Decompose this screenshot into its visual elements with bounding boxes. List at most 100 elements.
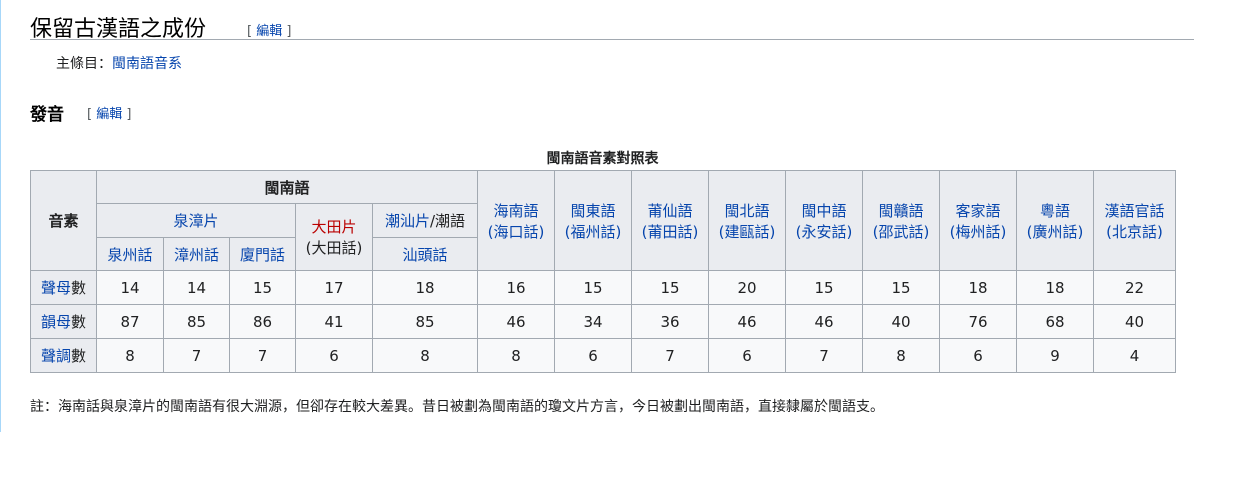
header-corner: 音素 (30, 170, 97, 271)
header-lang: 海南語 (海口話) (477, 170, 555, 271)
section-title: 保留古漢語之成份 (30, 17, 207, 42)
table-cell: 6 (939, 338, 1017, 373)
shantou-link[interactable]: 汕頭話 (402, 246, 447, 264)
lang-link[interactable]: 莆仙語 (647, 202, 692, 220)
quanzhang-link[interactable]: 泉漳片 (173, 212, 218, 230)
main-article-hatnote: 主條目：閩南語音系 (56, 53, 182, 73)
row-header-link[interactable]: 韻母 (41, 313, 71, 331)
header-lang: 客家語 (梅州話) (939, 170, 1017, 271)
dialect-link[interactable]: (建甌話) (719, 223, 776, 241)
table-cell: 34 (554, 304, 632, 339)
row-header-suffix: 數 (71, 279, 87, 297)
table-row: 韻母數 87 85 86 41 85 46 34 36 46 46 40 76 68 40 (30, 304, 1176, 339)
lang-link[interactable]: 閩贛語 (878, 202, 923, 220)
table-cell: 41 (295, 304, 373, 339)
row-header: 韻母數 (30, 304, 97, 339)
dialect-link[interactable]: (永安話) (796, 223, 853, 241)
table-cell: 8 (477, 338, 555, 373)
table-cell: 18 (1016, 270, 1094, 305)
table-cell: 7 (163, 338, 230, 373)
table-cell: 6 (295, 338, 373, 373)
table-cell: 7 (631, 338, 709, 373)
section-edit-link-wrap: [ 編輯 ] (247, 20, 291, 39)
header-chaoshan: 潮汕片/潮語 (372, 203, 478, 238)
bracket-open: [ (247, 24, 253, 39)
table-cell: 7 (785, 338, 863, 373)
lang-link[interactable]: 閩北語 (724, 202, 769, 220)
bracket-close: ] (126, 107, 132, 122)
lang-link[interactable]: 漢語官話 (1104, 202, 1164, 220)
table-cell: 36 (631, 304, 709, 339)
table-cell: 18 (939, 270, 1017, 305)
table-cell: 14 (96, 270, 164, 305)
table-cell: 16 (477, 270, 555, 305)
table-cell: 18 (372, 270, 478, 305)
subsection-edit-link-wrap: [ 編輯 ] (87, 103, 131, 122)
header-shantou: 汕頭話 (372, 237, 478, 271)
row-header: 聲調數 (30, 338, 97, 373)
table-cell: 46 (785, 304, 863, 339)
chaoshan-link[interactable]: 潮汕片 (385, 212, 430, 230)
dialect-link[interactable]: (福州話) (565, 223, 622, 241)
header-zhangzhou: 漳州話 (163, 237, 230, 271)
header-lang: 閩贛語 (邵武話) (862, 170, 940, 271)
header-datian: 大田片 (大田話) (295, 203, 373, 271)
table-cell: 15 (554, 270, 632, 305)
dialect-link[interactable]: (海口話) (488, 223, 545, 241)
hatnote-link[interactable]: 閩南語音系 (112, 56, 182, 72)
table-cell: 40 (1093, 304, 1176, 339)
header-xiamen: 廈門話 (229, 237, 296, 271)
table-cell: 15 (785, 270, 863, 305)
table-cell: 4 (1093, 338, 1176, 373)
table-cell: 86 (229, 304, 296, 339)
table-cell: 85 (163, 304, 230, 339)
table-cell: 40 (862, 304, 940, 339)
table-cell: 7 (229, 338, 296, 373)
table-cell: 6 (708, 338, 786, 373)
header-lang: 漢語官話 (北京話) (1093, 170, 1176, 271)
lang-link[interactable]: 閩中語 (801, 202, 846, 220)
header-quanzhang: 泉漳片 (96, 203, 296, 238)
subsection-edit-link[interactable]: 編輯 (96, 107, 122, 122)
lang-link[interactable]: 海南語 (493, 202, 538, 220)
table-cell: 8 (862, 338, 940, 373)
table-cell: 14 (163, 270, 230, 305)
datian-link[interactable]: 大田片 (311, 218, 356, 236)
chaoshan-suffix: /潮語 (429, 212, 466, 230)
dialect-link[interactable]: (邵武話) (873, 223, 930, 241)
table-cell: 87 (96, 304, 164, 339)
row-header-link[interactable]: 聲調 (41, 347, 71, 365)
dialect-link[interactable]: (廣州話) (1027, 223, 1084, 241)
header-lang: 閩東語 (福州話) (554, 170, 632, 271)
dialect-link[interactable]: (北京話) (1106, 223, 1163, 241)
dialect-link[interactable]: (莆田話) (642, 223, 699, 241)
quanzhou-link[interactable]: 泉州話 (107, 246, 152, 264)
subsection-heading: 發音 [ 編輯 ] (30, 100, 131, 125)
header-lang: 閩中語 (永安話) (785, 170, 863, 271)
section-edit-link[interactable]: 編輯 (256, 24, 282, 39)
table-cell: 17 (295, 270, 373, 305)
row-header-suffix: 數 (71, 347, 87, 365)
table-note: 註：海南話與泉漳片的閩南語有很大淵源，但卻存在較大差異。昔日被劃為閩南語的瓊文片… (30, 399, 884, 415)
bracket-close: ] (286, 24, 292, 39)
table-row: 聲母數 14 14 15 17 18 16 15 15 20 15 15 18 18 22 (30, 270, 1176, 305)
table-body: 聲母數 14 14 15 17 18 16 15 15 20 15 15 18 18 22 韻母數 87 85 86… (30, 270, 1176, 373)
table-cell: 15 (862, 270, 940, 305)
phoneme-comparison-table: 音素 閩南語 海南語 (海口話) 閩東語 (福州話) 莆仙語 (莆田話) 閩北語 (建甌… (30, 170, 1176, 373)
table-cell: 20 (708, 270, 786, 305)
dialect-link[interactable]: (梅州話) (950, 223, 1007, 241)
datian-sub: (大田話) (305, 239, 363, 257)
lang-link[interactable]: 客家語 (955, 202, 1000, 220)
zhangzhou-link[interactable]: 漳州話 (174, 246, 219, 264)
table-row: 聲調數 8 7 7 6 8 8 6 7 6 7 8 6 9 4 (30, 338, 1176, 373)
lang-link[interactable]: 粵語 (1040, 202, 1070, 220)
xiamen-link[interactable]: 廈門話 (240, 246, 285, 264)
header-minnan-group: 閩南語 (96, 170, 478, 204)
table-cell: 6 (554, 338, 632, 373)
table-cell: 15 (229, 270, 296, 305)
header-lang: 粵語 (廣州話) (1016, 170, 1094, 271)
row-header-link[interactable]: 聲母 (41, 279, 71, 297)
lang-link[interactable]: 閩東語 (570, 202, 615, 220)
header-lang: 閩北語 (建甌話) (708, 170, 786, 271)
subsection-title: 發音 (30, 105, 64, 125)
